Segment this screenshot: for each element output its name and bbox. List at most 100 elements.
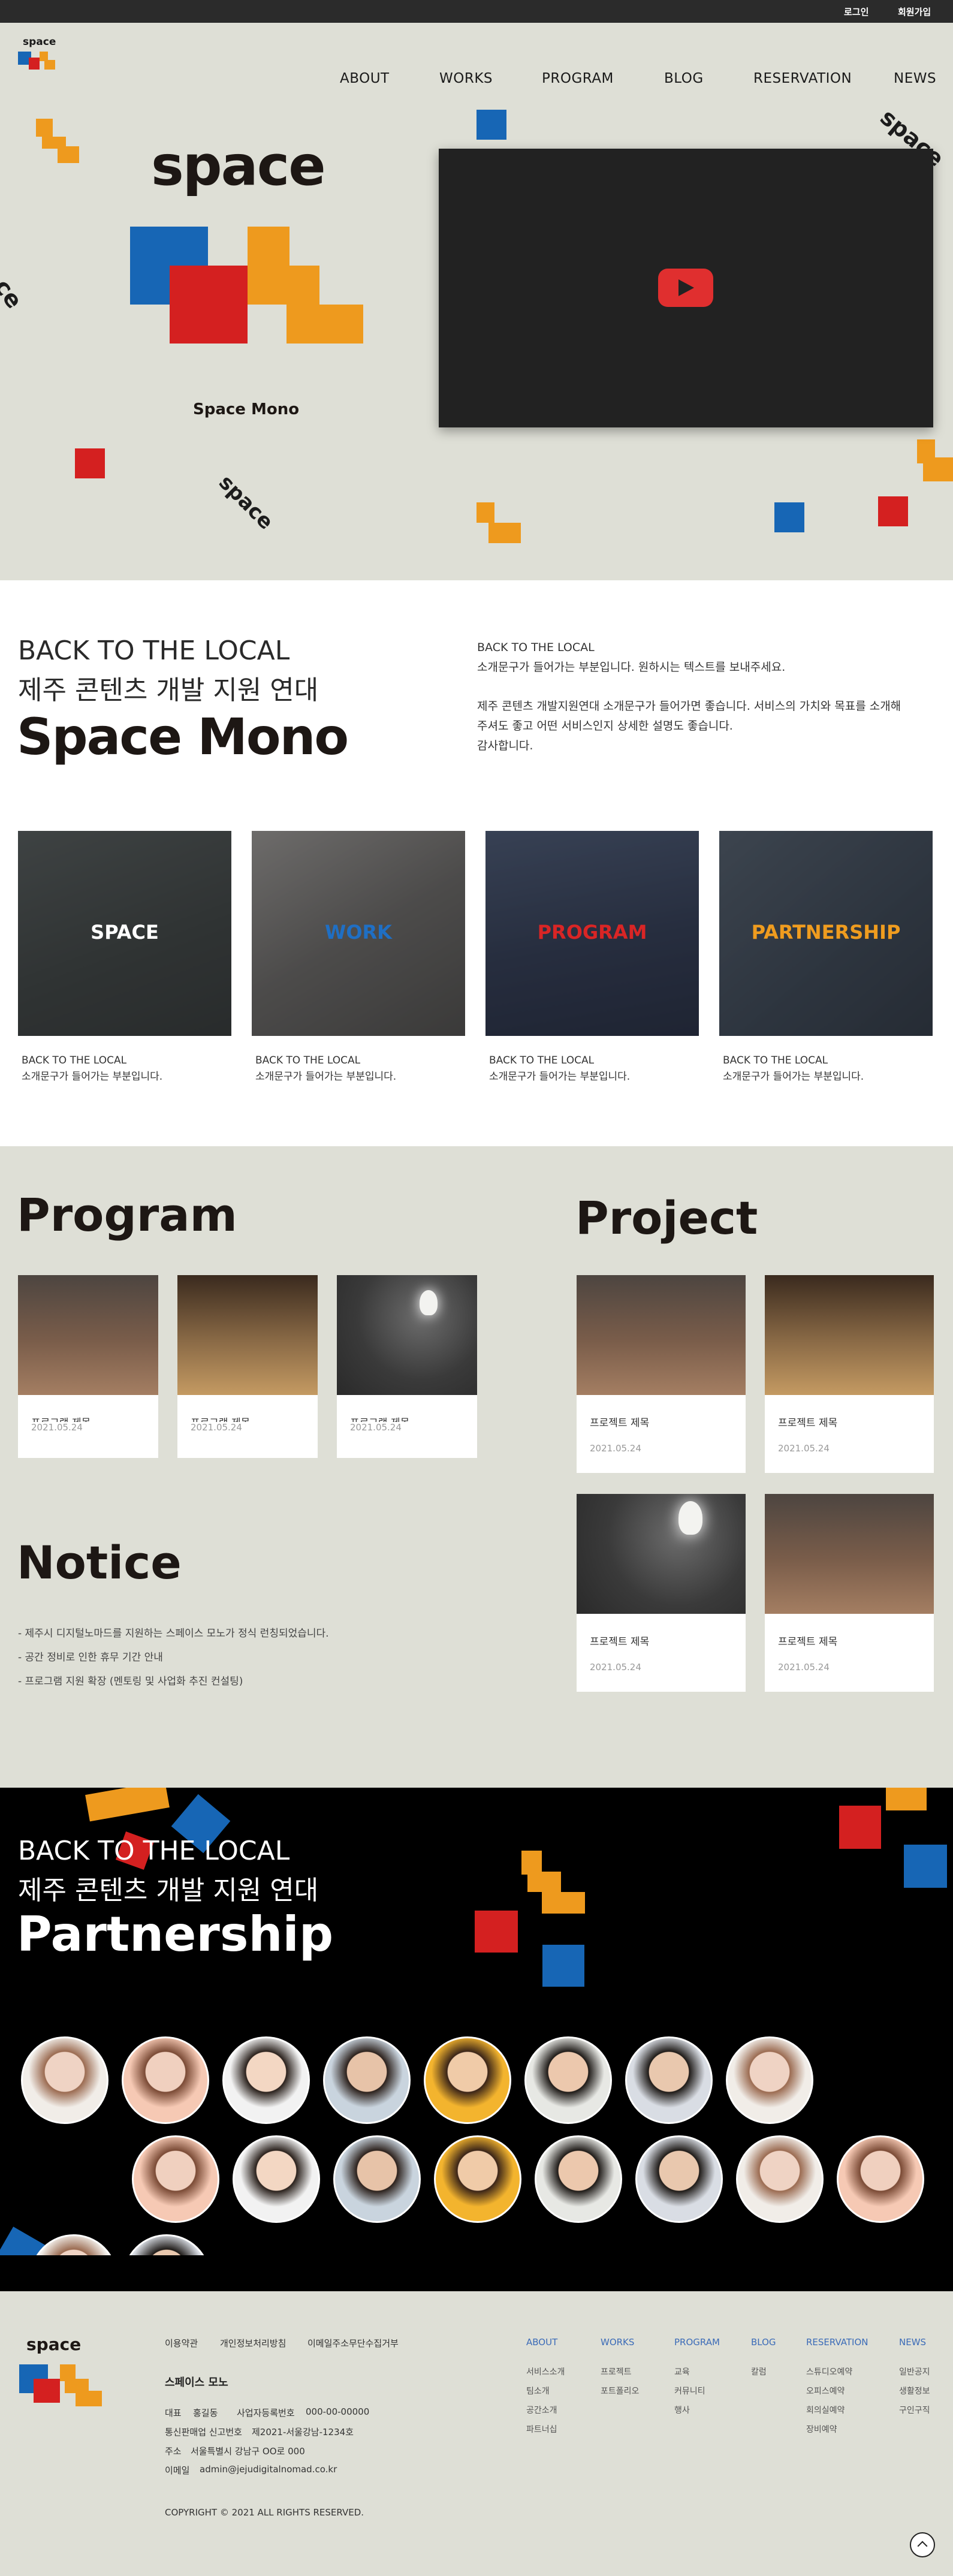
program-card-title: 프로그램 제목 (31, 1414, 91, 1422)
footer-link-email-policy[interactable]: 이메일주소무단수집거부 (307, 2337, 399, 2349)
logo-red-block (29, 58, 40, 70)
caption-text: 소개문구가 들어가는 부분입니다. (489, 1071, 631, 1083)
program-card-2[interactable]: 프로그램 제목 (177, 1275, 318, 1422)
hero-logo-red (170, 266, 248, 344)
category-card-partnership[interactable]: PARTNERSHIP (719, 831, 933, 1036)
category-card-work[interactable]: WORK (252, 831, 465, 1036)
footer-col-reservation[interactable]: RESERVATION (806, 2337, 868, 2348)
footer-biz-label: 사업자등록번호 (237, 2408, 295, 2418)
caption-title: BACK TO THE LOCAL (22, 1054, 127, 1066)
header-logo[interactable]: space (18, 36, 69, 84)
login-link[interactable]: 로그인 (844, 5, 868, 18)
deco-blue-square (476, 110, 506, 140)
scroll-top-button[interactable] (910, 2532, 935, 2557)
partner-avatar[interactable] (736, 2135, 824, 2223)
video-play-button[interactable] (658, 269, 713, 307)
footer-email-label: 이메일 (165, 2465, 190, 2476)
nav-reservation[interactable]: RESERVATION (753, 71, 852, 86)
avatar-mask (0, 2255, 953, 2291)
project-thumbnail (765, 1494, 934, 1614)
partner-avatar[interactable] (333, 2135, 421, 2223)
footer-email[interactable]: admin@jejudigitalnomad.co.kr (200, 2464, 337, 2475)
program-card-1[interactable]: 프로그램 제목 (18, 1275, 158, 1422)
nav-works[interactable]: WORKS (439, 71, 493, 86)
footer-item[interactable]: 회의실예약 (806, 2404, 845, 2416)
partner-avatar[interactable] (424, 2036, 511, 2124)
partner-avatar[interactable] (524, 2036, 612, 2124)
footer-item[interactable]: 교육 (674, 2366, 690, 2378)
footer-col-news[interactable]: NEWS (899, 2337, 926, 2348)
intro-line1: BACK TO THE LOCAL (18, 635, 290, 666)
footer-col-works[interactable]: WORKS (601, 2337, 634, 2348)
footer-item[interactable]: 공간소개 (526, 2404, 557, 2416)
nav-program[interactable]: PROGRAM (542, 71, 614, 86)
partner-avatar[interactable] (535, 2135, 622, 2223)
footer-link-privacy[interactable]: 개인정보처리방침 (220, 2337, 286, 2349)
top-utility-bar: 로그인 회원가입 (0, 0, 953, 23)
category-card-space[interactable]: SPACE (18, 831, 231, 1036)
footer-item[interactable]: 스튜디오예약 (806, 2366, 852, 2378)
footer-item[interactable]: 장비예약 (806, 2423, 837, 2435)
notice-item-2[interactable]: - 공간 정비로 인한 휴무 기간 안내 (18, 1649, 163, 1664)
partner-avatar[interactable] (434, 2135, 521, 2223)
rotated-space-text-left: ce (0, 274, 28, 314)
footer-item[interactable]: 행사 (674, 2404, 690, 2416)
nav-blog[interactable]: BLOG (664, 71, 704, 86)
footer-item[interactable]: 팀소개 (526, 2385, 550, 2397)
footer-item[interactable]: 구인구직 (899, 2404, 930, 2416)
footer-item[interactable]: 칼럼 (751, 2366, 767, 2378)
partner-avatar[interactable] (132, 2135, 219, 2223)
partner-avatar[interactable] (635, 2135, 723, 2223)
footer-item[interactable]: 일반공지 (899, 2366, 930, 2378)
footer-col-blog[interactable]: BLOG (751, 2337, 776, 2348)
footer-item[interactable]: 오피스예약 (806, 2385, 845, 2397)
footer-col-program[interactable]: PROGRAM (674, 2337, 720, 2348)
video-player[interactable] (439, 149, 933, 427)
notice-item-3[interactable]: - 프로그램 지원 확장 (멘토링 및 사업화 추진 컨설팅) (18, 1673, 243, 1688)
project-card-3[interactable]: 프로젝트 제목 2021.05.24 (577, 1494, 746, 1692)
hero-sub-brand: Space Mono (193, 400, 300, 418)
footer-link-terms[interactable]: 이용약관 (165, 2337, 198, 2349)
category-label-program: PROGRAM (537, 921, 647, 944)
project-card-4[interactable]: 프로젝트 제목 2021.05.24 (765, 1494, 934, 1692)
deco-blue-square-2 (774, 502, 804, 532)
category-card-program[interactable]: PROGRAM (485, 831, 699, 1036)
project-card-2[interactable]: 프로젝트 제목 2021.05.24 (765, 1275, 934, 1473)
partner-avatar[interactable] (625, 2036, 713, 2124)
partnership-section: BACK TO THE LOCAL 제주 콘텐츠 개발 지원 연대 Partne… (0, 1788, 953, 2291)
nav-news[interactable]: NEWS (894, 71, 936, 86)
intro-title: Space Mono (17, 707, 349, 766)
partner-avatar[interactable] (122, 2036, 209, 2124)
program-card-date: 2021.05.24 (191, 1422, 242, 1433)
program-card-3[interactable]: 프로그램 제목 (337, 1275, 477, 1422)
partner-avatar[interactable] (233, 2135, 320, 2223)
deco-yellow-block (85, 1788, 170, 1822)
footer-col-about[interactable]: ABOUT (526, 2337, 557, 2348)
nav-about[interactable]: ABOUT (340, 71, 390, 86)
caption-title: BACK TO THE LOCAL (489, 1054, 595, 1066)
project-card-1[interactable]: 프로젝트 제목 2021.05.24 (577, 1275, 746, 1473)
footer-item[interactable]: 생활정보 (899, 2385, 930, 2397)
signup-link[interactable]: 회원가입 (898, 5, 931, 18)
footer-item[interactable]: 서비스소개 (526, 2366, 565, 2378)
partner-avatar[interactable] (323, 2036, 411, 2124)
notice-item-1[interactable]: - 제주시 디지털노마드를 지원하는 스페이스 모노가 정식 런칭되었습니다. (18, 1625, 329, 1640)
footer-item[interactable]: 파트너십 (526, 2423, 557, 2435)
caption-text: 소개문구가 들어가는 부분입니다. (255, 1071, 397, 1083)
program-card-date: 2021.05.24 (350, 1422, 402, 1433)
caption-title: BACK TO THE LOCAL (723, 1054, 828, 1066)
footer-biz: 000-00-00000 (306, 2406, 370, 2417)
program-thumbnail (337, 1275, 477, 1395)
partner-avatar[interactable] (837, 2135, 924, 2223)
footer-item[interactable]: 프로젝트 (601, 2366, 632, 2378)
footer-item[interactable]: 커뮤니티 (674, 2385, 705, 2397)
partner-avatar[interactable] (726, 2036, 813, 2124)
program-card-3-footer: 2021.05.24 (337, 1422, 477, 1458)
deco-blue-square (542, 1945, 584, 1987)
project-card-title: 프로젝트 제목 (590, 1636, 650, 1648)
footer-comm: 제2021-서울강남-1234호 (252, 2427, 354, 2438)
partner-avatar[interactable] (222, 2036, 310, 2124)
partner-avatar[interactable] (21, 2036, 108, 2124)
program-thumbnail (18, 1275, 158, 1395)
footer-item[interactable]: 포트폴리오 (601, 2385, 639, 2397)
